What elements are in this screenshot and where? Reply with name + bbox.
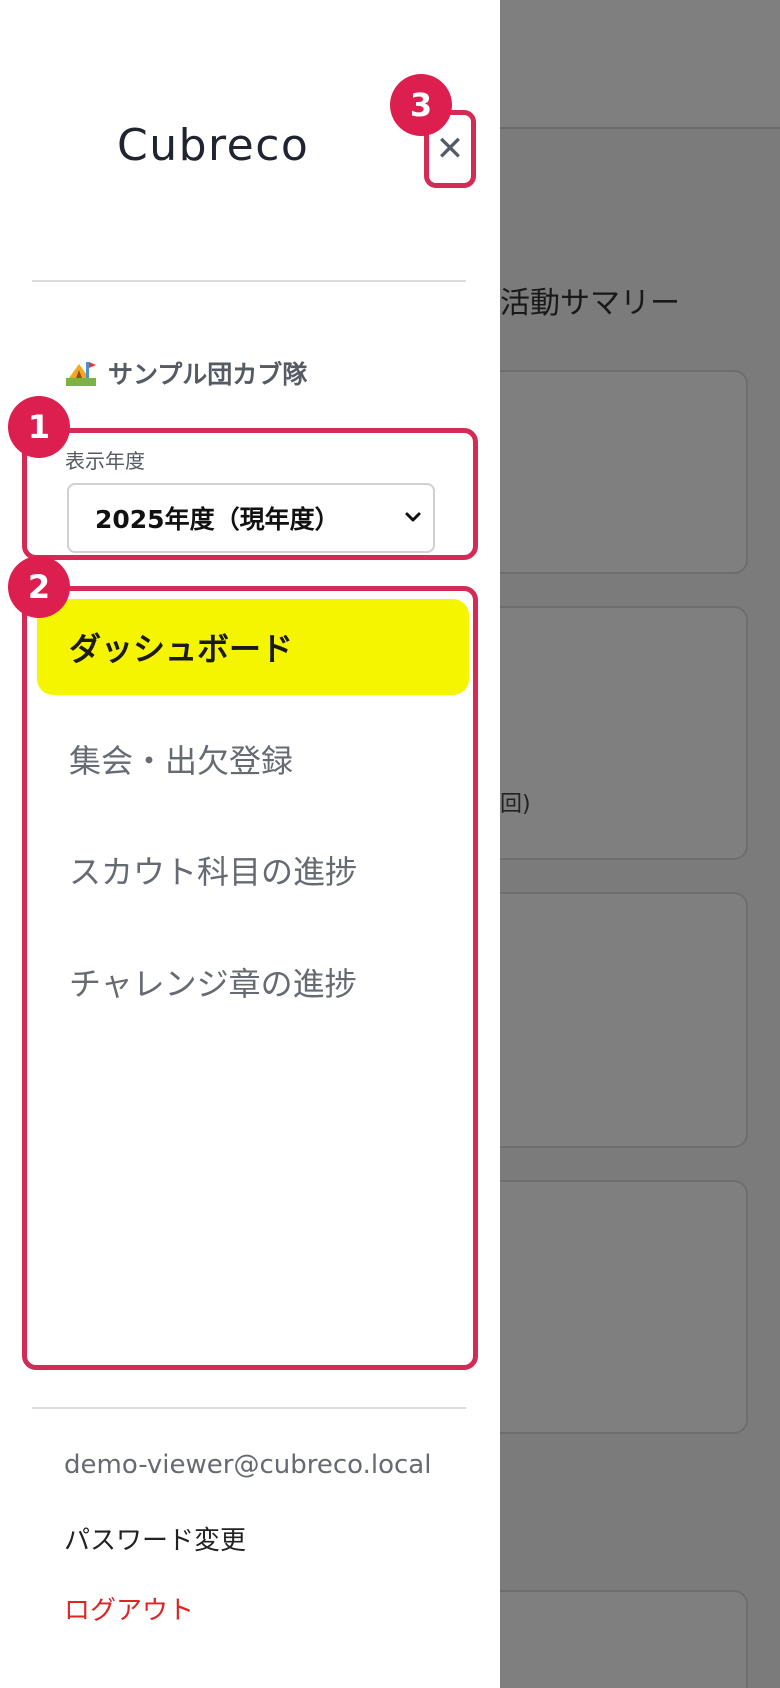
divider — [32, 280, 466, 282]
divider — [32, 1407, 466, 1409]
year-select[interactable]: 2025年度（現年度） — [67, 483, 435, 553]
annotation-badge-3: 3 — [390, 74, 452, 136]
camp-icon — [66, 360, 96, 386]
app-logo: Cubreco — [117, 120, 310, 171]
password-change-link[interactable]: パスワード変更 — [64, 1520, 246, 1557]
year-selector-section: 表示年度 2025年度（現年度） — [22, 428, 478, 560]
nav-item-dashboard[interactable]: ダッシュボード — [37, 599, 469, 695]
user-email: demo-viewer@cubreco.local — [64, 1450, 432, 1480]
year-label: 表示年度 — [65, 449, 145, 473]
annotation-badge-1: 1 — [8, 396, 70, 458]
chevron-down-icon — [403, 507, 423, 527]
annotation-badge-2: 2 — [8, 556, 70, 618]
nav-item-challenge-badges[interactable]: チャレンジ章の進捗 — [37, 934, 469, 1030]
nav-item-scout-subjects[interactable]: スカウト科目の進捗 — [37, 822, 469, 918]
year-select-value: 2025年度（現年度） — [95, 505, 340, 534]
team-heading: サンプル団カブ隊 — [66, 355, 307, 391]
logout-link[interactable]: ログアウト — [64, 1590, 194, 1627]
side-drawer: Cubreco ✕ サンプル団カブ隊 表示年度 2025年度（現年度） ダッシュ… — [0, 0, 500, 1688]
nav-item-meeting-attendance[interactable]: 集会・出欠登録 — [37, 711, 469, 807]
close-icon: ✕ — [435, 129, 465, 169]
main-navigation: ダッシュボード 集会・出欠登録 スカウト科目の進捗 チャレンジ章の進捗 — [22, 586, 478, 1370]
team-name: サンプル団カブ隊 — [108, 360, 308, 389]
